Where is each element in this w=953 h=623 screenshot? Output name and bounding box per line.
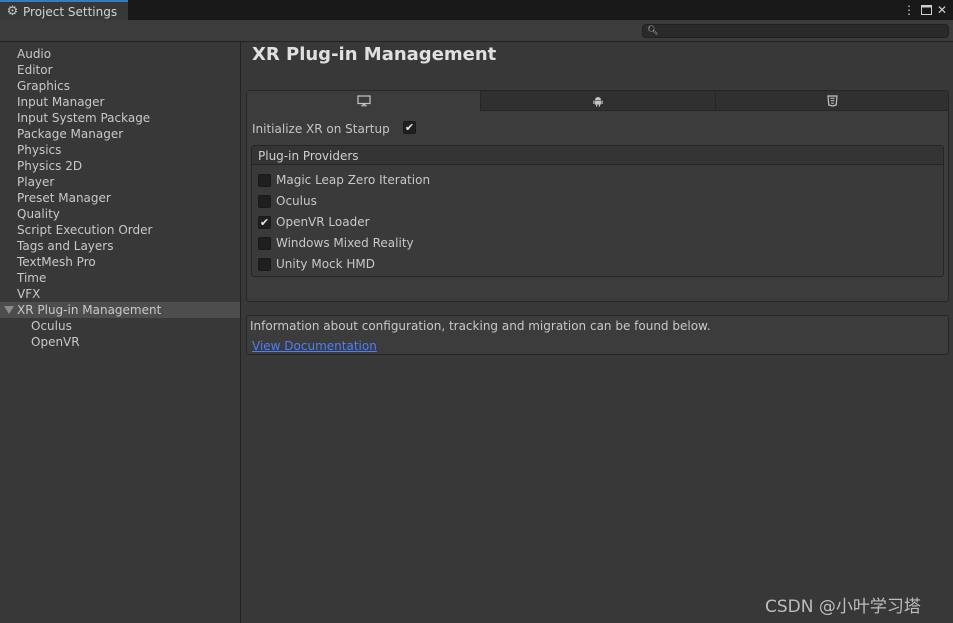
- sidebar-item-label: Oculus: [31, 319, 72, 333]
- gear-icon: ⚙: [6, 4, 19, 19]
- init-xr-checkbox[interactable]: ✔: [403, 121, 416, 134]
- plugin-providers-title: Plug-in Providers: [258, 149, 359, 163]
- provider-checkbox[interactable]: ✔: [258, 216, 271, 229]
- desktop-icon: [356, 95, 371, 107]
- checkmark-icon: ✔: [404, 121, 415, 134]
- sidebar-item-label: Package Manager: [17, 127, 124, 141]
- provider-label: OpenVR Loader: [276, 215, 370, 229]
- provider-unity-mock-hmd: Unity Mock HMD: [252, 254, 942, 274]
- checkmark-icon: ✔: [259, 216, 270, 229]
- info-text: Information about configuration, trackin…: [250, 319, 711, 333]
- sidebar-item-xr-plugin-management[interactable]: XR Plug-in Management: [0, 302, 240, 318]
- search-icon: 🔍︎: [647, 26, 659, 36]
- tab-webgl[interactable]: [716, 91, 948, 111]
- sidebar-item-label: Graphics: [17, 79, 70, 93]
- sidebar-item-label: Editor: [17, 63, 53, 77]
- sidebar-item-editor[interactable]: Editor: [0, 62, 240, 78]
- provider-label: Windows Mixed Reality: [276, 236, 414, 250]
- tab-standalone[interactable]: [247, 91, 481, 111]
- sidebar-item-graphics[interactable]: Graphics: [0, 78, 240, 94]
- sidebar-item-time[interactable]: Time: [0, 270, 240, 286]
- watermark: CSDN @小叶学习塔: [765, 597, 921, 617]
- sidebar-item-label: Audio: [17, 47, 52, 61]
- expand-arrow-icon[interactable]: [4, 306, 14, 314]
- sidebar-item-label: Script Execution Order: [17, 223, 153, 237]
- sidebar-item-audio[interactable]: Audio: [0, 46, 240, 62]
- sidebar-item-physics-2d[interactable]: Physics 2D: [0, 158, 240, 174]
- sidebar-item-tags-and-layers[interactable]: Tags and Layers: [0, 238, 240, 254]
- init-xr-label: Initialize XR on Startup: [252, 122, 390, 136]
- sidebar-item-input-system-package[interactable]: Input System Package: [0, 110, 240, 126]
- sidebar-item-label: Physics: [17, 143, 62, 157]
- html5-icon: [826, 94, 838, 107]
- title-bar: [0, 0, 953, 20]
- android-icon: [593, 96, 603, 107]
- sidebar-item-label: Tags and Layers: [17, 239, 114, 253]
- sidebar-item-preset-manager[interactable]: Preset Manager: [0, 190, 240, 206]
- sidebar-item-label: TextMesh Pro: [17, 255, 96, 269]
- provider-oculus: Oculus: [252, 191, 942, 211]
- provider-checkbox[interactable]: [258, 237, 271, 250]
- sidebar-item-label: OpenVR: [31, 335, 80, 349]
- provider-checkbox[interactable]: [258, 174, 271, 187]
- plugin-providers-header: Plug-in Providers: [252, 146, 943, 165]
- search-input[interactable]: 🔍︎: [642, 24, 949, 38]
- sidebar-item-label: Player: [17, 175, 55, 189]
- tab-android[interactable]: [481, 91, 716, 111]
- maximize-icon[interactable]: [919, 2, 933, 18]
- sidebar-item-label: Physics 2D: [17, 159, 83, 173]
- sidebar-item-label: Time: [17, 271, 47, 285]
- provider-openvr-loader: ✔ OpenVR Loader: [252, 212, 942, 232]
- kebab-menu-icon[interactable]: ⋮: [902, 2, 916, 18]
- provider-checkbox[interactable]: [258, 258, 271, 271]
- sidebar-item-input-manager[interactable]: Input Manager: [0, 94, 240, 110]
- window-tab-project-settings[interactable]: ⚙ Project Settings: [0, 0, 128, 21]
- sidebar-item-label: Quality: [17, 207, 60, 221]
- sidebar-item-player[interactable]: Player: [0, 174, 240, 190]
- close-icon[interactable]: ✕: [935, 2, 949, 18]
- sidebar-item-label: VFX: [17, 287, 41, 301]
- sidebar-item-textmesh-pro[interactable]: TextMesh Pro: [0, 254, 240, 270]
- provider-checkbox[interactable]: [258, 195, 271, 208]
- sidebar-item-oculus[interactable]: Oculus: [0, 318, 240, 334]
- provider-label: Magic Leap Zero Iteration: [276, 173, 431, 187]
- provider-magic-leap: Magic Leap Zero Iteration: [252, 170, 942, 190]
- sidebar-item-label: Input System Package: [17, 111, 151, 125]
- sidebar-item-physics[interactable]: Physics: [0, 142, 240, 158]
- sidebar-item-openvr[interactable]: OpenVR: [0, 334, 240, 350]
- provider-label: Unity Mock HMD: [276, 257, 376, 271]
- info-box: Information about configuration, trackin…: [246, 315, 949, 355]
- plugin-providers-group: Plug-in Providers Magic Leap Zero Iterat…: [251, 145, 944, 277]
- sidebar: Audio Editor Graphics Input Manager Inpu…: [0, 42, 241, 623]
- sidebar-item-quality[interactable]: Quality: [0, 206, 240, 222]
- sidebar-item-label: Input Manager: [17, 95, 105, 109]
- sidebar-item-package-manager[interactable]: Package Manager: [0, 126, 240, 142]
- view-documentation-link[interactable]: View Documentation: [252, 339, 377, 353]
- provider-windows-mixed-reality: Windows Mixed Reality: [252, 233, 942, 253]
- window-tab-title: Project Settings: [23, 4, 118, 19]
- provider-label: Oculus: [276, 194, 317, 208]
- page-title: XR Plug-in Management: [252, 44, 497, 65]
- sidebar-item-label: XR Plug-in Management: [17, 303, 162, 317]
- sidebar-item-label: Preset Manager: [17, 191, 111, 205]
- sidebar-item-vfx[interactable]: VFX: [0, 286, 240, 302]
- sidebar-item-script-execution-order[interactable]: Script Execution Order: [0, 222, 240, 238]
